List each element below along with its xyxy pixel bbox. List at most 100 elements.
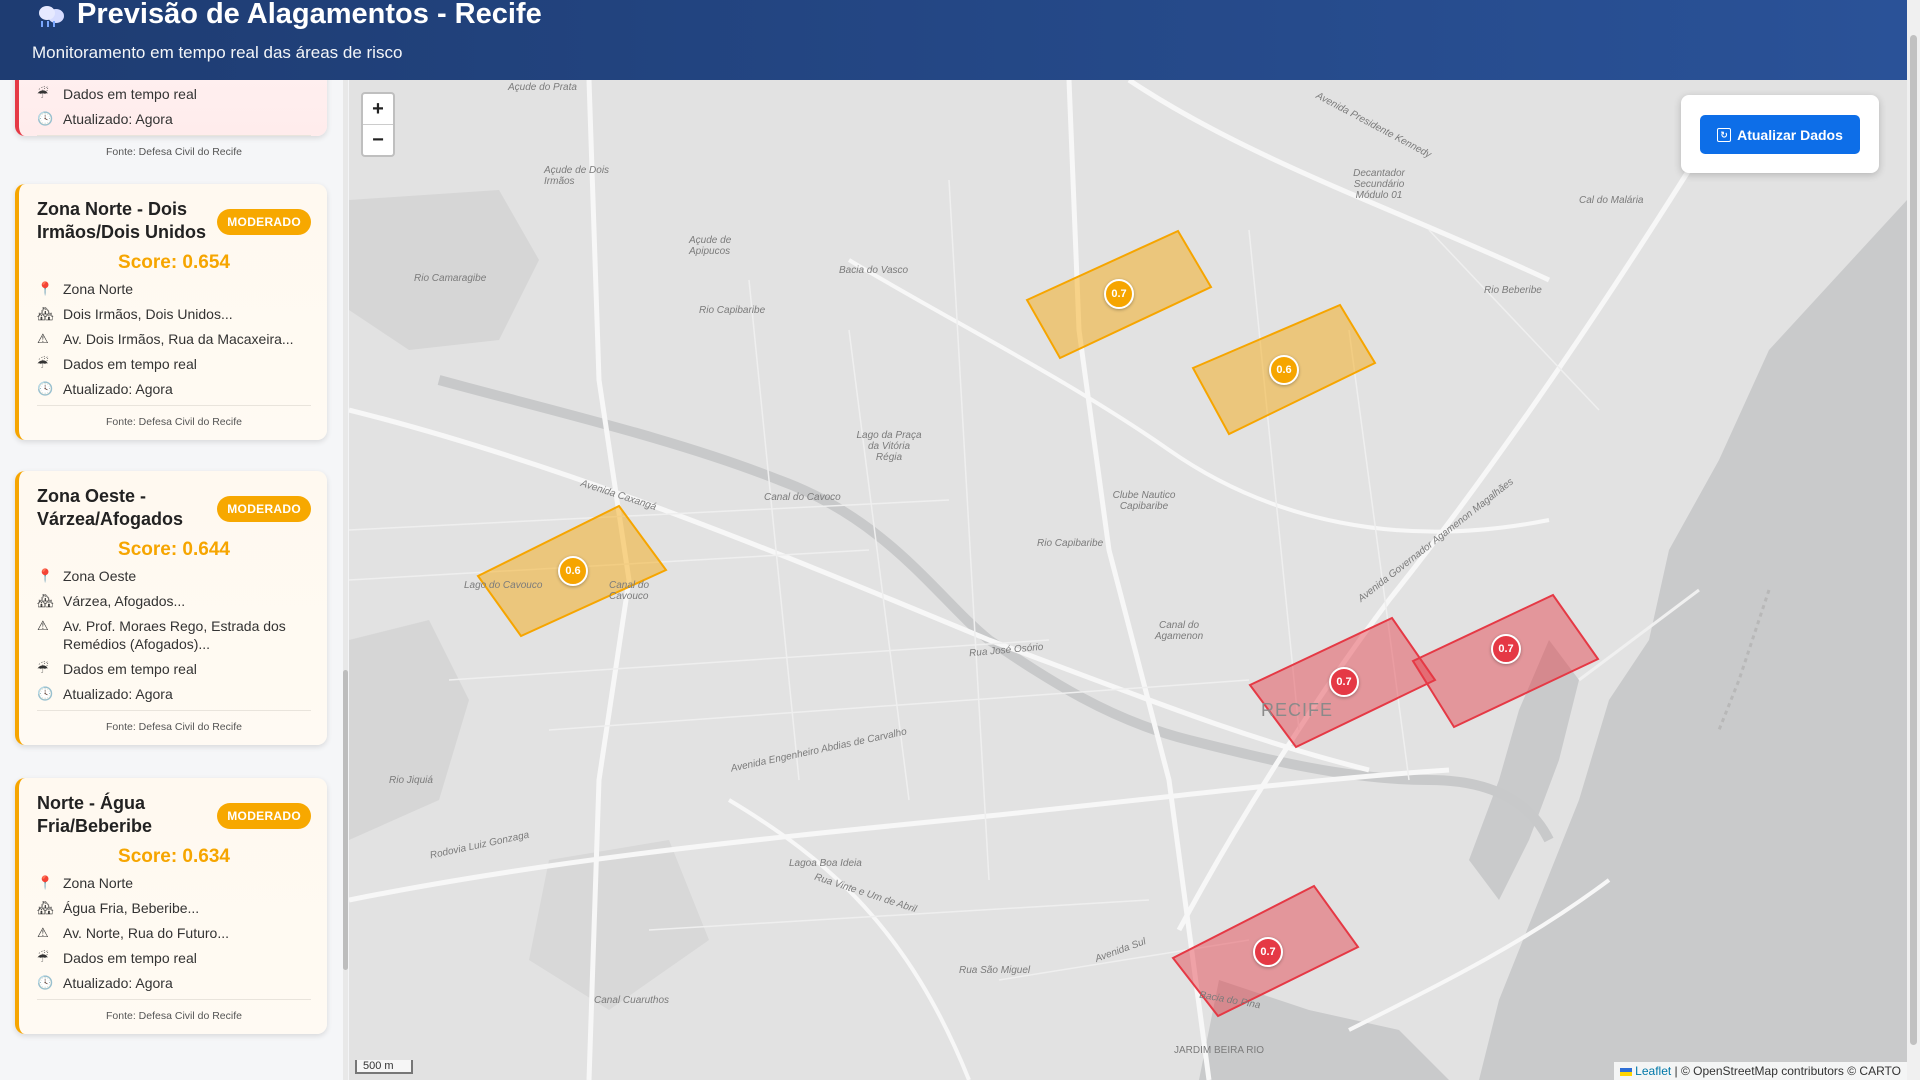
card-source: Fonte: Defesa Civil do Recife bbox=[106, 416, 242, 428]
map-label: Decantador Secundário Módulo 01 bbox=[1353, 168, 1405, 201]
card-zone-row: 📍 Zona Norte bbox=[37, 875, 134, 891]
refresh-icon: ↻ bbox=[1717, 127, 1732, 142]
map-label: Rio Beberibe bbox=[1484, 285, 1542, 296]
map-label: Açude de Apipucos bbox=[689, 235, 732, 257]
map-scale: 500 m bbox=[355, 1060, 413, 1074]
risk-card-agua-fria[interactable]: Norte - Água Fria/Beberibe MODERADO Scor… bbox=[15, 778, 327, 1034]
card-zone-row: 📍 Zona Oeste bbox=[37, 568, 137, 584]
warning-icon: ⚠ bbox=[37, 618, 49, 633]
card-source: Fonte: Defesa Civil do Recife bbox=[106, 1010, 242, 1022]
card-updated-row: 🕓 Atualizado: Agora bbox=[37, 686, 173, 702]
map-label: Açude do Prata bbox=[508, 82, 577, 93]
warning-icon: ⚠ bbox=[37, 925, 49, 940]
zoom-control: + − bbox=[361, 92, 395, 157]
refresh-data-button[interactable]: ↻ Atualizar Dados bbox=[1700, 115, 1860, 154]
refresh-data-label: Atualizar Dados bbox=[1737, 126, 1843, 143]
status-badge: MODERADO bbox=[217, 496, 311, 522]
clock-icon: 🕓 bbox=[37, 686, 54, 701]
map-label: Açude de Dois Irmãos bbox=[544, 165, 610, 187]
card-neighborhood-row: 🏘 Várzea, Afogados... bbox=[37, 593, 186, 609]
rain-icon: ☔ bbox=[37, 950, 49, 965]
map-label: Rua São Miguel bbox=[959, 965, 1031, 976]
clock-icon: 🕓 bbox=[37, 381, 54, 396]
card-score: Score: 0.634 bbox=[118, 846, 230, 867]
card-source: Fonte: Defesa Civil do Recife bbox=[106, 146, 242, 158]
map-label: JARDIM BEIRA RIO bbox=[1174, 1045, 1265, 1056]
card-neighborhood-row: 🏘 Água Fria, Beberibe... bbox=[37, 900, 200, 916]
card-streets-row: ⚠ Av. Dois Irmãos, Rua da Macaxeira... bbox=[37, 331, 294, 347]
card-data-row: ☔ Dados em tempo real bbox=[37, 950, 197, 966]
map-label: Cal do Malária bbox=[1579, 195, 1644, 206]
page-scrollbar-thumb[interactable] bbox=[1910, 35, 1917, 1045]
card-title: Zona Oeste - Várzea/Afogados bbox=[37, 486, 184, 529]
risk-card-dois-irmaos[interactable]: Zona Norte - Dois Irmãos/Dois Unidos MOD… bbox=[15, 184, 327, 440]
card-title: Norte - Água Fria/Beberibe bbox=[37, 793, 153, 836]
map-label: Canal Cuaruthos bbox=[594, 995, 670, 1006]
map-label: Rio Camaragibe bbox=[414, 273, 487, 284]
risk-sidebar[interactable]: ☔ Dados em tempo real 🕓 Atualizado: Agora … bbox=[0, 80, 345, 1080]
risk-marker[interactable]: 0.7 bbox=[1253, 937, 1283, 967]
map-label: Bacia do Vasco bbox=[839, 265, 909, 276]
card-source: Fonte: Defesa Civil do Recife bbox=[106, 721, 242, 733]
sidebar-scrollbar-thumb[interactable] bbox=[343, 670, 348, 970]
map-label: Rio Jiquiá bbox=[389, 775, 433, 786]
map-icon: 🏘 bbox=[37, 593, 54, 608]
map-label: Clube Nautico Capibaribe bbox=[1112, 490, 1176, 512]
zoom-in-button[interactable]: + bbox=[363, 94, 393, 125]
card-updated-row: 🕓 Atualizado: Agora bbox=[37, 381, 173, 397]
rain-icon: ☔ bbox=[37, 661, 49, 676]
clock-icon: 🕓 bbox=[37, 975, 54, 990]
pin-icon: 📍 bbox=[37, 281, 54, 296]
app-header: Previsão de Alagamentos - Recife Monitor… bbox=[0, 0, 1907, 80]
map-label: Lago do Cavouco bbox=[464, 580, 543, 591]
status-badge: MODERADO bbox=[217, 209, 311, 235]
card-data-row: ☔ Dados em tempo real bbox=[37, 356, 197, 372]
page-title-text: Previsão de Alagamentos - Recife bbox=[77, 0, 542, 30]
map-label: Lagoa Boa Ideia bbox=[789, 858, 862, 869]
risk-card-partial[interactable]: ☔ Dados em tempo real 🕓 Atualizado: Agora … bbox=[15, 80, 327, 158]
warning-icon: ⚠ bbox=[37, 331, 49, 346]
risk-marker[interactable]: 0.7 bbox=[1104, 279, 1134, 309]
risk-card-varzea[interactable]: Zona Oeste - Várzea/Afogados MODERADO Sc… bbox=[15, 471, 327, 745]
map-label: Canal do Cavoco bbox=[764, 492, 841, 503]
map-icon: 🏘 bbox=[37, 306, 54, 321]
map-label: Canal do Agamenon bbox=[1154, 620, 1204, 642]
map-view[interactable]: Açude do Prata Avenida Presidente Kenned… bbox=[349, 80, 1907, 1080]
attribution-text: | © OpenStreetMap contributors © CARTO bbox=[1674, 1064, 1901, 1078]
risk-marker[interactable]: 0.6 bbox=[558, 556, 588, 586]
card-zone-row: 📍 Zona Norte bbox=[37, 281, 134, 297]
card-title: Zona Norte - Dois Irmãos/Dois Unidos bbox=[37, 199, 207, 242]
pin-icon: 📍 bbox=[37, 875, 54, 890]
map-label: Rio Capibaribe bbox=[1037, 538, 1104, 549]
card-updated-row: 🕓 Atualizado: Agora bbox=[37, 975, 173, 991]
card-score: Score: 0.654 bbox=[118, 252, 230, 273]
card-updated-row: 🕓 Atualizado: Agora bbox=[37, 111, 173, 127]
page-subtitle: Monitoramento em tempo real das áreas de… bbox=[32, 43, 403, 62]
page-title: Previsão de Alagamentos - Recife bbox=[35, 0, 542, 31]
pin-icon: 📍 bbox=[37, 568, 54, 583]
rain-icon: ☔ bbox=[37, 86, 49, 101]
map-label: Canal do Cavouco bbox=[609, 580, 650, 602]
zoom-out-button[interactable]: − bbox=[363, 125, 393, 155]
cloud-rain-icon bbox=[35, 4, 65, 27]
map-attribution: Leaflet | © OpenStreetMap contributors ©… bbox=[1614, 1062, 1907, 1080]
map-label: Rio Capibaribe bbox=[699, 305, 766, 316]
card-streets-row: ⚠ Av. Prof. Moraes Rego, Estrada dos Remé… bbox=[37, 618, 286, 652]
card-score: Score: 0.644 bbox=[118, 539, 230, 560]
risk-marker[interactable]: 0.7 bbox=[1491, 634, 1521, 664]
card-neighborhood-row: 🏘 Dois Irmãos, Dois Unidos... bbox=[37, 306, 233, 322]
risk-marker[interactable]: 0.7 bbox=[1329, 667, 1359, 697]
control-panel: ↻ Atualizar Dados bbox=[1681, 95, 1879, 173]
leaflet-link[interactable]: Leaflet bbox=[1635, 1064, 1671, 1078]
risk-marker[interactable]: 0.6 bbox=[1269, 355, 1299, 385]
ukraine-flag-icon bbox=[1620, 1067, 1633, 1076]
sidebar-scrollbar[interactable] bbox=[343, 80, 348, 1080]
map-icon: 🏘 bbox=[37, 900, 54, 915]
status-badge: MODERADO bbox=[217, 803, 311, 829]
page-scrollbar[interactable] bbox=[1907, 0, 1920, 1080]
card-data-row: ☔ Dados em tempo real bbox=[37, 661, 197, 677]
clock-icon: 🕓 bbox=[37, 111, 54, 126]
map-label: Lago da Praça da Vitória Régia bbox=[856, 430, 922, 463]
rain-icon: ☔ bbox=[37, 356, 49, 371]
city-label: RECIFE bbox=[1261, 700, 1334, 720]
